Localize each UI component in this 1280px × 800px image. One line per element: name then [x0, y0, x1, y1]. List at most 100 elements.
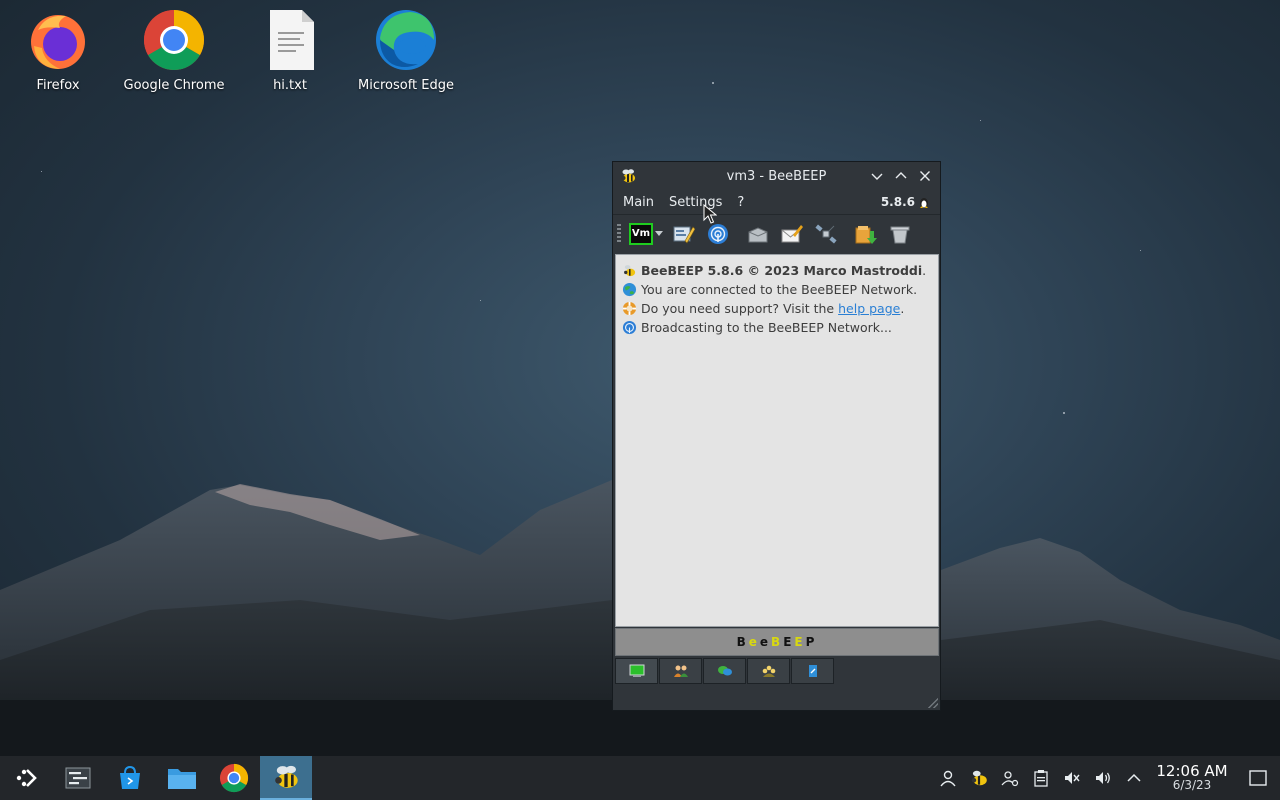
- chevron-down-icon: [871, 173, 883, 180]
- banner-letter: e: [748, 635, 760, 649]
- app-launcher-button[interactable]: [0, 756, 52, 800]
- download-folder-icon: [855, 225, 877, 244]
- files-icon: [808, 665, 817, 677]
- desktop-icon-label: hi.txt: [273, 78, 307, 93]
- beebeep-banner: BeeBEEP: [615, 628, 939, 656]
- toolbar-grip[interactable]: [617, 223, 621, 244]
- menu-main[interactable]: Main: [623, 195, 654, 210]
- minimize-button[interactable]: [868, 167, 886, 185]
- save-chat-button[interactable]: [745, 221, 771, 247]
- mic-muted-tray[interactable]: [1057, 756, 1086, 800]
- banner-letter: B: [771, 635, 784, 649]
- mouse-cursor-icon: [703, 204, 717, 224]
- desktop-icon-firefox[interactable]: Firefox: [0, 8, 116, 93]
- bottom-tab-bar: [615, 658, 834, 684]
- text-file-icon: [258, 8, 322, 72]
- firefox-icon: [26, 8, 90, 72]
- banner-text: BeeBEEP: [737, 635, 818, 649]
- broadcast-icon: [708, 223, 728, 244]
- maximize-button[interactable]: [892, 167, 910, 185]
- tab-groups[interactable]: [747, 658, 790, 684]
- dropdown-arrow-icon: [655, 230, 663, 236]
- edit-profile-button[interactable]: [671, 221, 697, 247]
- bee-icon: [971, 770, 987, 786]
- support-lifebuoy-icon: [622, 301, 637, 316]
- clipboard-tray[interactable]: [1026, 756, 1055, 800]
- file-manager-button[interactable]: [156, 756, 208, 800]
- chat-line: Broadcasting to the BeeBEEP Network...: [622, 318, 932, 337]
- user-status-tray[interactable]: [933, 756, 962, 800]
- show-desktop-button[interactable]: [1236, 756, 1280, 800]
- status-selector[interactable]: Vm: [629, 222, 663, 245]
- tab-chats[interactable]: [703, 658, 746, 684]
- chat-line: Do you need support? Visit the help page…: [622, 299, 932, 318]
- chat-bubbles-icon: [717, 666, 732, 676]
- tab-chat[interactable]: [615, 658, 658, 684]
- speaker-muted-icon: [1064, 772, 1080, 784]
- desktop-icon-edge[interactable]: Microsoft Edge: [348, 8, 464, 93]
- desktop-icon-label: Google Chrome: [123, 78, 225, 93]
- banner-letter: e: [759, 635, 772, 649]
- status-vm-button[interactable]: Vm: [629, 222, 653, 245]
- chrome-icon: [219, 763, 249, 793]
- network-globe-icon: [622, 282, 637, 297]
- clipboard-icon: [1033, 770, 1048, 787]
- chat-log[interactable]: BeeBEEP 5.8.6 © 2023 Marco Mastroddi. Yo…: [615, 254, 939, 627]
- banner-letter: E: [794, 635, 806, 649]
- chevron-up-icon: [895, 172, 907, 179]
- chat-line: You are connected to the BeeBEEP Network…: [622, 280, 932, 299]
- beebeep-taskbar-button[interactable]: [260, 756, 312, 800]
- beebeep-window: vm3 - BeeBEEP Main Settings ? 5.8.6 Vm B…: [612, 161, 941, 711]
- volume-tray[interactable]: [1088, 756, 1117, 800]
- beebeep-tray[interactable]: [964, 756, 993, 800]
- user-icon: [939, 770, 956, 787]
- desktop-icon-label: Firefox: [36, 78, 80, 93]
- menu-help[interactable]: ?: [737, 195, 744, 210]
- folder-icon: [168, 769, 196, 789]
- main-toolbar: Vm: [613, 214, 940, 252]
- shopping-bag-icon: [120, 765, 140, 789]
- linux-tux-icon: [920, 197, 928, 208]
- group-icon: [762, 665, 775, 677]
- clear-chat-button[interactable]: [887, 221, 913, 247]
- clock[interactable]: 12:06 AM 6/3/23: [1150, 764, 1234, 793]
- help-page-link[interactable]: help page: [838, 301, 900, 316]
- bee-icon: [624, 265, 636, 277]
- trash-icon: [890, 226, 910, 243]
- desktop-icon-chrome[interactable]: Google Chrome: [116, 8, 232, 93]
- menu-bar: Main Settings ? 5.8.6: [613, 190, 940, 214]
- task-manager-button[interactable]: [52, 756, 104, 800]
- package-icon: [748, 226, 768, 242]
- window-titlebar[interactable]: vm3 - BeeBEEP: [613, 162, 940, 190]
- plugins-button[interactable]: [813, 221, 839, 247]
- network-users-tray[interactable]: [995, 756, 1024, 800]
- user-switch-icon: [1001, 771, 1018, 787]
- desktop-icon-label: Microsoft Edge: [357, 78, 454, 93]
- file-transfer-button[interactable]: [853, 221, 879, 247]
- taskbar: 12:06 AM 6/3/23: [0, 756, 1280, 800]
- edit-profile-icon: [673, 226, 695, 243]
- tab-files[interactable]: [791, 658, 834, 684]
- volume-icon: [1095, 772, 1110, 784]
- edge-icon: [374, 8, 438, 72]
- chevron-up-icon: [1126, 773, 1141, 782]
- version-number: 5.8.6: [880, 195, 915, 209]
- desktop-icon-hi-txt[interactable]: hi.txt: [232, 8, 348, 93]
- connected-message: You are connected to the BeeBEEP Network…: [641, 282, 918, 297]
- broadcast-icon: [622, 320, 637, 335]
- resize-grip[interactable]: [928, 698, 938, 708]
- chrome-taskbar-button[interactable]: [208, 756, 260, 800]
- write-message-button[interactable]: [779, 221, 805, 247]
- chat-screen-icon: [629, 664, 644, 677]
- satellite-icon: [815, 224, 837, 243]
- clock-date: 6/3/23: [1172, 778, 1212, 792]
- envelope-pencil-icon: [781, 224, 803, 242]
- users-icon: [673, 665, 688, 677]
- broadcast-button[interactable]: [705, 221, 731, 247]
- tab-users[interactable]: [659, 658, 702, 684]
- version-label: 5.8.6: [881, 195, 930, 209]
- close-button[interactable]: [916, 167, 934, 185]
- tray-expand-button[interactable]: [1119, 756, 1148, 800]
- bee-icon: [621, 169, 635, 183]
- discover-store-button[interactable]: [104, 756, 156, 800]
